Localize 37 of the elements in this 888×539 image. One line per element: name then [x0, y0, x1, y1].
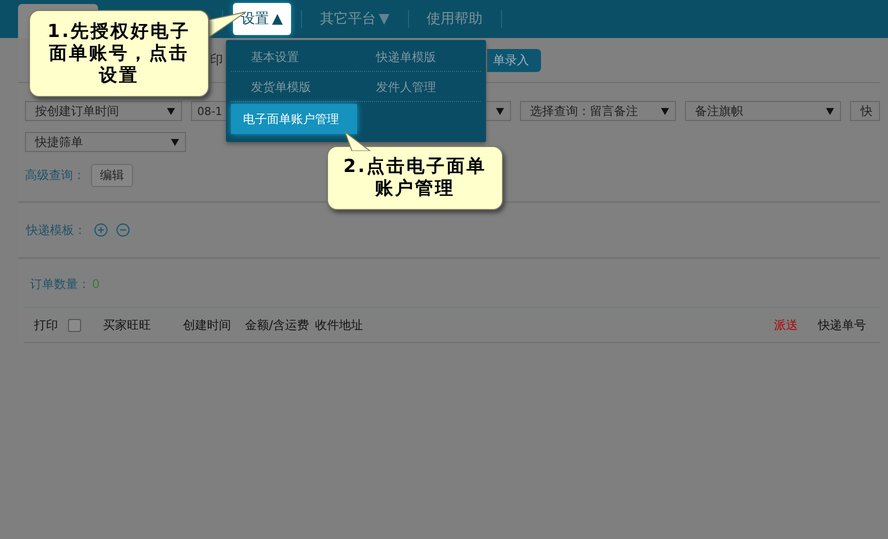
filter-select[interactable]: 快捷筛单 [25, 132, 186, 152]
column-header: 收件地址 [315, 316, 364, 334]
edit-button[interactable]: 编辑 [91, 164, 133, 187]
dropdown-caret-icon [661, 108, 670, 114]
column-header: 派送 [774, 316, 798, 334]
dropdown-caret-icon [496, 108, 504, 114]
select-all-checkbox[interactable] [68, 318, 81, 332]
nav-tab[interactable]: 使用帮助 [418, 3, 491, 35]
column-header: 快递单号 [818, 316, 866, 334]
menu-item[interactable]: 电子面单账户管理 [231, 104, 357, 134]
column-header: 创建时间 [183, 316, 231, 334]
filter-select[interactable]: 选择查询：留言备注 [520, 101, 676, 121]
menu-item[interactable]: 发件人管理 [356, 72, 481, 102]
instruction-tooltip: 1.先授权好电子面单账号，点击设置 [29, 10, 209, 97]
column-header: 金额/含运费 [245, 316, 310, 334]
menu-item[interactable]: 快递单模版 [356, 42, 481, 72]
menu-item[interactable]: 发货单模版 [231, 72, 356, 102]
menu-item[interactable]: 基本设置 [231, 42, 356, 72]
order-count-label: 订单数量： [30, 276, 90, 292]
nav-tab[interactable]: 设置 ▲ [233, 3, 291, 35]
filter-select[interactable]: 快 [850, 101, 880, 121]
add-icon[interactable] [94, 223, 108, 237]
dropdown-caret-icon [826, 108, 834, 114]
dropdown-caret-icon [171, 138, 179, 146]
filter-select[interactable]: 备注旗帜 [685, 101, 842, 121]
column-header: 买家旺旺 [103, 316, 151, 334]
toolbar-text: 印 [210, 52, 223, 69]
order-count: 0 [92, 277, 100, 291]
advanced-query-label: 高级查询： [25, 167, 85, 184]
nav-tab[interactable]: 其它平台 ▼ [312, 3, 398, 35]
column-header: 打印 [34, 316, 58, 334]
order-entry-button[interactable]: 单录入 [487, 48, 541, 72]
instruction-tooltip: 2.点击电子面单账户管理 [327, 146, 503, 210]
dropdown-caret-icon [167, 108, 176, 114]
remove-icon[interactable] [116, 223, 130, 237]
filter-select[interactable]: 按创建订单时间 [25, 101, 182, 121]
express-template-label: 快递模板： [26, 222, 86, 238]
